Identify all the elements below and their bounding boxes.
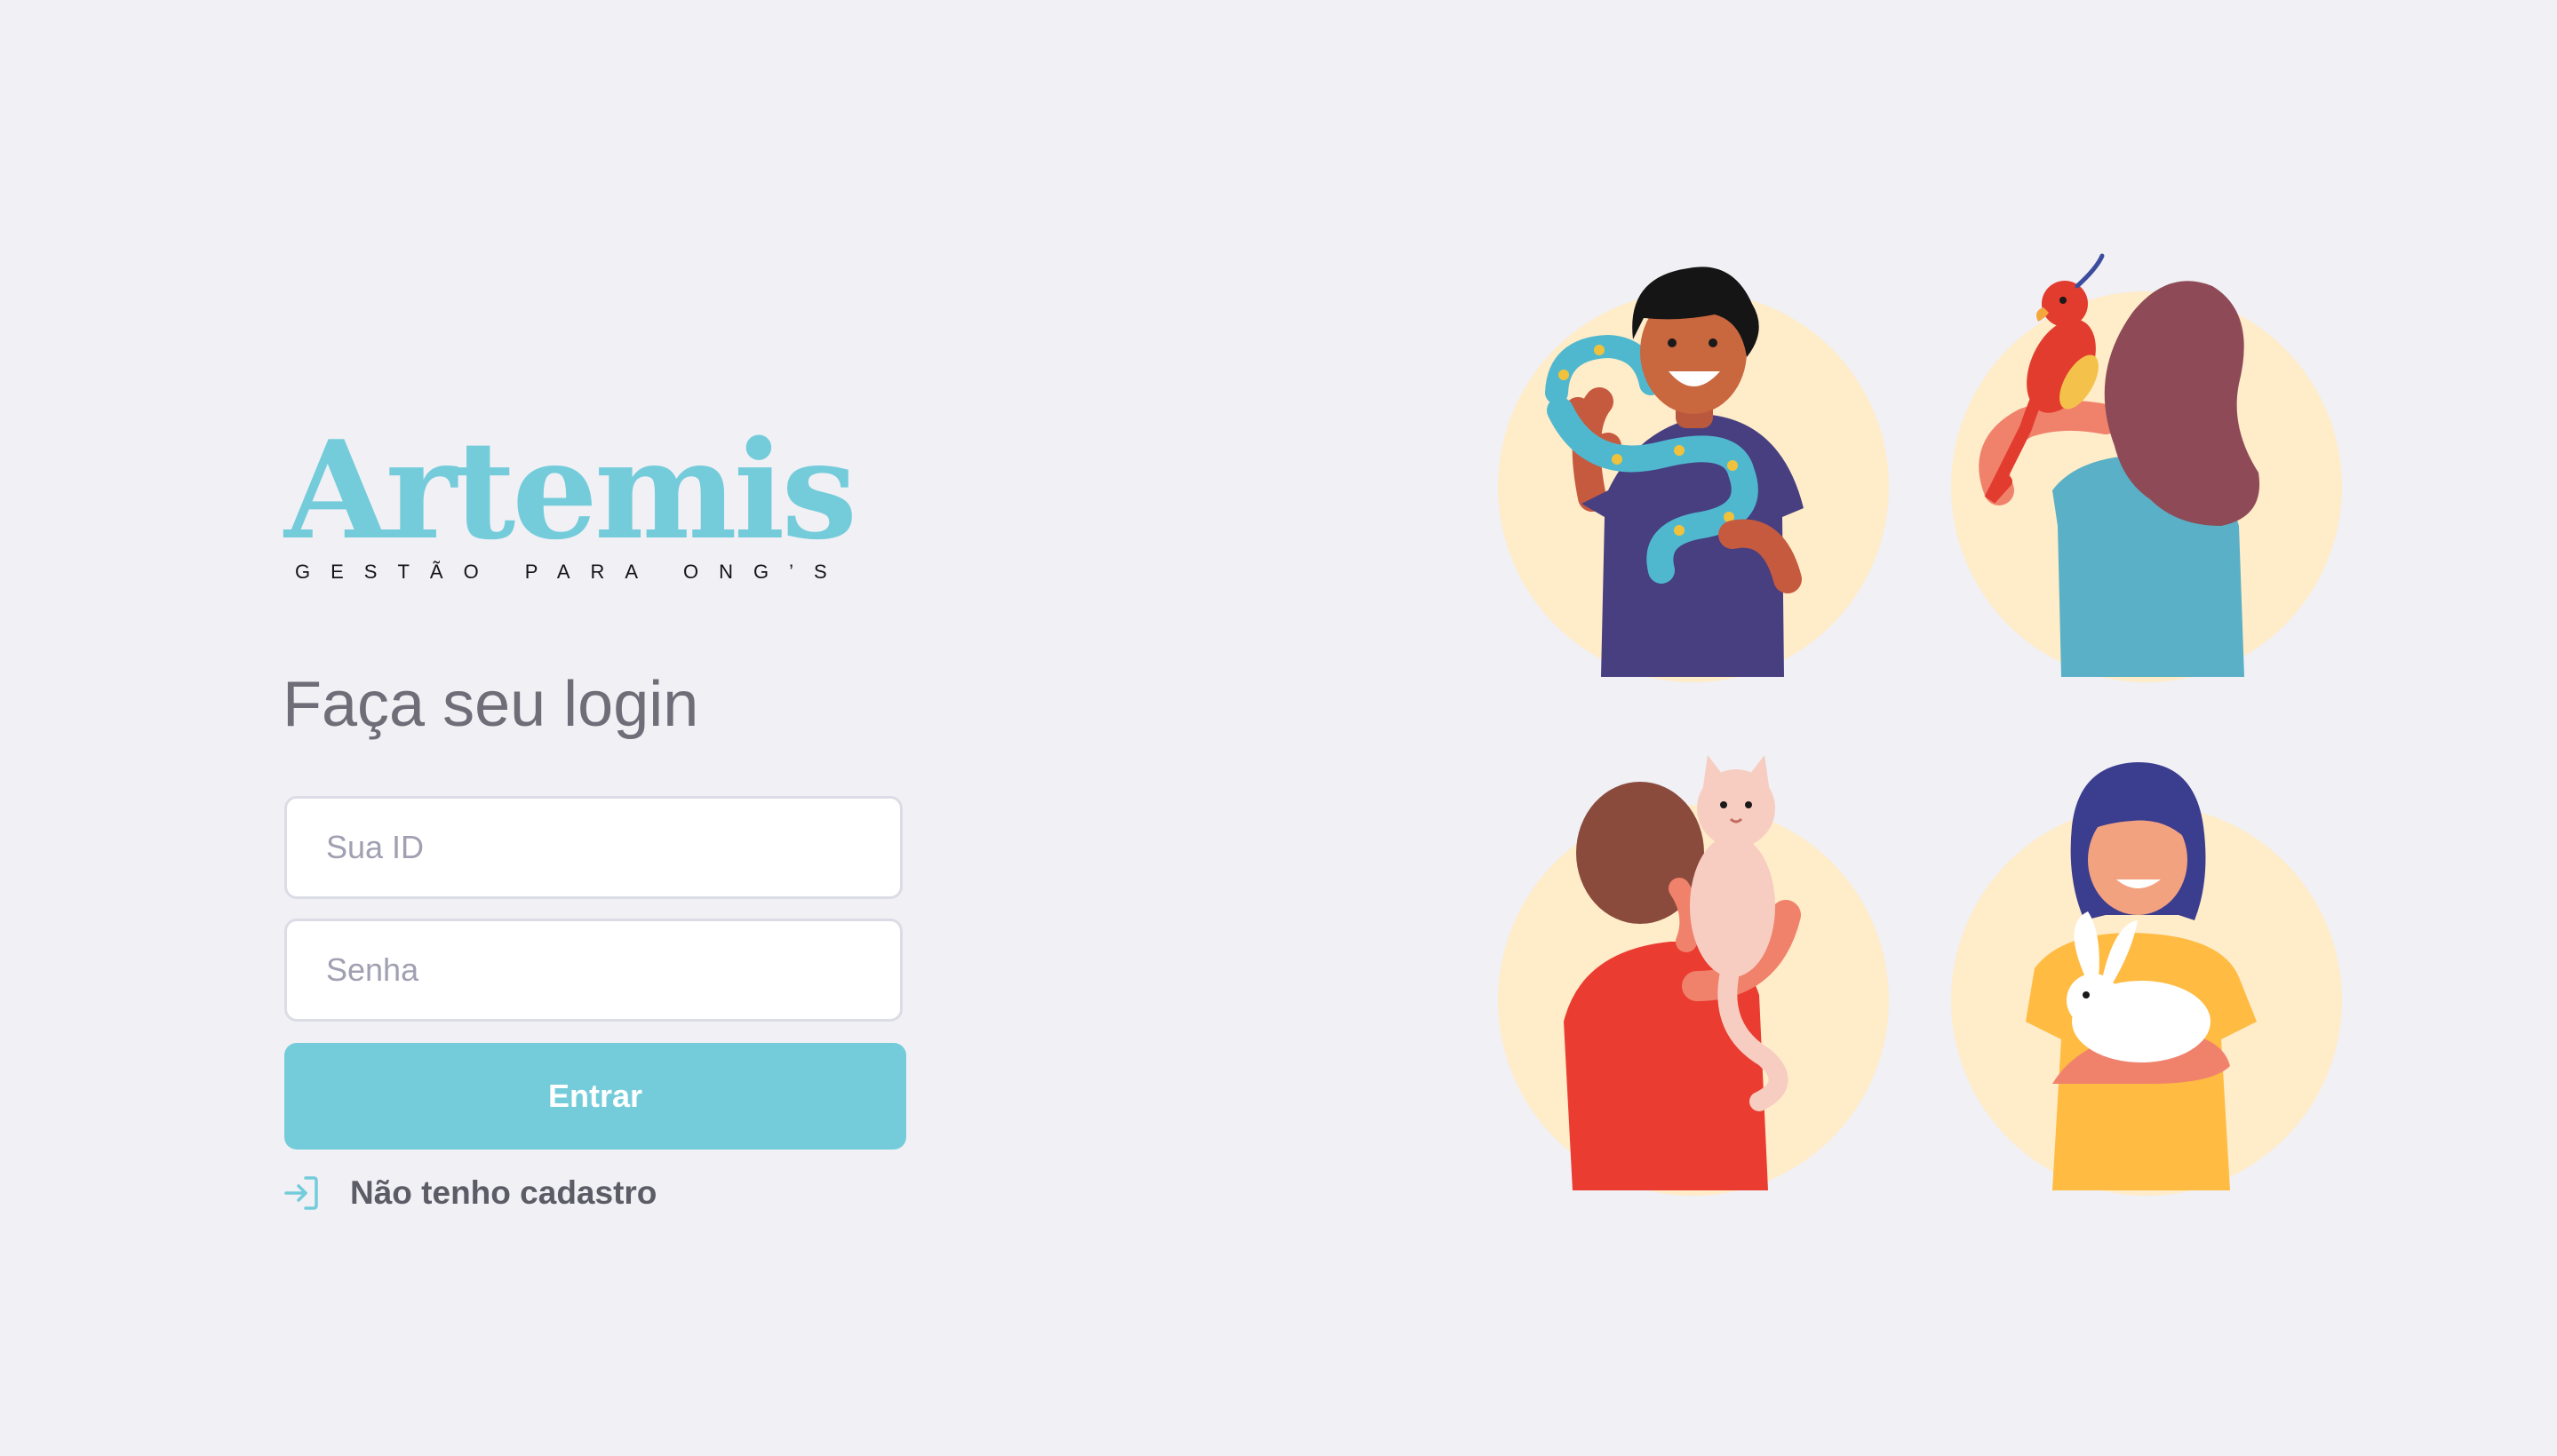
- register-link[interactable]: Não tenho cadastro: [283, 1174, 657, 1212]
- log-in-icon: [283, 1174, 320, 1212]
- person-with-cat-illustration: [1475, 746, 1919, 1217]
- id-input[interactable]: [284, 796, 903, 899]
- logo-tagline: GESTÃO PARA ONG’S: [295, 561, 848, 583]
- illustrations-grid: [1475, 233, 2363, 1201]
- person-with-snake-illustration: [1475, 233, 1919, 704]
- login-button[interactable]: Entrar: [284, 1043, 906, 1150]
- person-with-parrot-illustration: [1928, 233, 2372, 704]
- password-input[interactable]: [284, 919, 903, 1022]
- register-link-label: Não tenho cadastro: [350, 1174, 657, 1211]
- login-title: Faça seu login: [283, 669, 699, 740]
- logo: Artemis GESTÃO PARA ONG’S: [283, 423, 887, 586]
- login-section: Artemis GESTÃO PARA ONG’S Faça seu login…: [283, 423, 910, 1211]
- logo-wordmark: Artemis: [284, 410, 857, 569]
- person-with-rabbit-illustration: [1928, 746, 2372, 1217]
